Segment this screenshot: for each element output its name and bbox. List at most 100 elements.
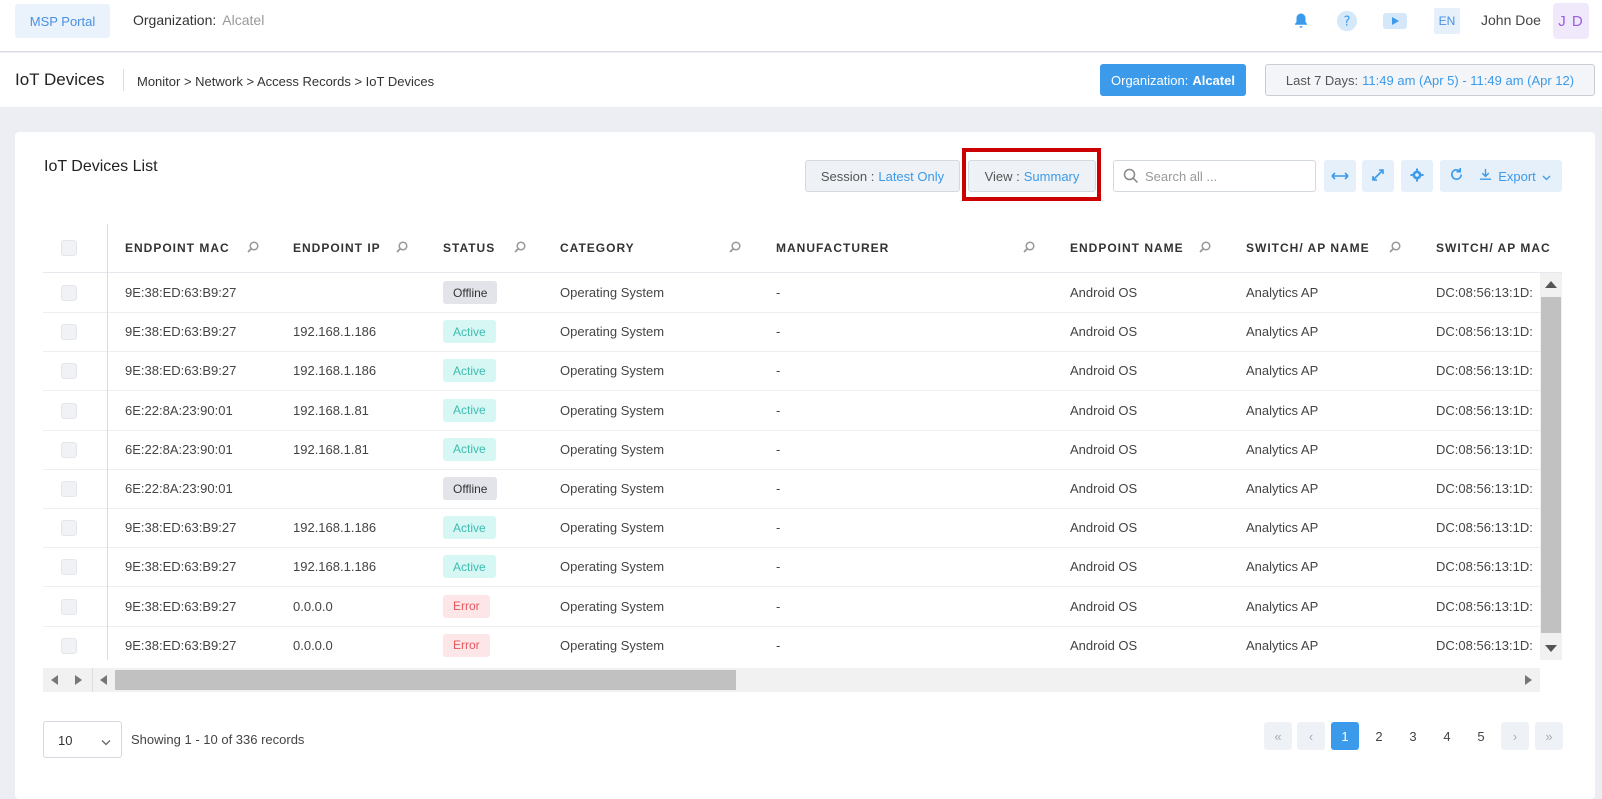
cell-manufacturer: - bbox=[776, 402, 781, 418]
language-selector[interactable]: EN bbox=[1434, 8, 1460, 34]
select-all-checkbox[interactable] bbox=[61, 240, 77, 256]
help-icon[interactable]: ? bbox=[1334, 8, 1360, 34]
column-search-icon[interactable] bbox=[247, 241, 259, 256]
date-range-picker[interactable]: Last 7 Days: 11:49 am (Apr 5) - 11:49 am … bbox=[1265, 64, 1595, 96]
fullscreen-button[interactable] bbox=[1362, 160, 1394, 192]
scroll-down-arrow[interactable] bbox=[1545, 645, 1557, 652]
page-button-2[interactable]: 2 bbox=[1365, 722, 1393, 750]
highlight-box bbox=[962, 148, 1101, 201]
row-checkbox[interactable] bbox=[61, 402, 77, 419]
row-checkbox[interactable] bbox=[61, 324, 77, 341]
horizontal-scroll-thumb[interactable] bbox=[115, 670, 736, 690]
scroll-right-arrow[interactable] bbox=[1525, 675, 1532, 685]
row-checkbox[interactable] bbox=[61, 441, 77, 458]
vertical-scroll-thumb[interactable] bbox=[1541, 297, 1561, 633]
column-header-switch-ap-mac[interactable]: SWITCH/ AP MAC bbox=[1436, 241, 1551, 255]
scroll-left-arrow[interactable] bbox=[100, 675, 107, 685]
scroll-up-arrow[interactable] bbox=[1545, 281, 1557, 288]
organization-chip[interactable]: Organization: Alcatel bbox=[1100, 64, 1246, 96]
column-search-icon[interactable] bbox=[729, 241, 741, 256]
cell-category: Operating System bbox=[560, 363, 665, 379]
cell-category: Operating System bbox=[560, 559, 665, 575]
row-checkbox[interactable] bbox=[61, 363, 77, 380]
column-search-icon[interactable] bbox=[514, 241, 526, 256]
column-header-status[interactable]: STATUS bbox=[443, 241, 495, 255]
column-header-endpoint-name[interactable]: ENDPOINT NAME bbox=[1070, 241, 1184, 255]
column-search-icon[interactable] bbox=[1023, 241, 1035, 256]
column-header-switch-ap-name[interactable]: SWITCH/ AP NAME bbox=[1246, 241, 1370, 255]
session-filter-button[interactable]: Session : Latest Only bbox=[805, 160, 960, 192]
chevron-right-icon: › bbox=[1512, 728, 1518, 744]
table-row[interactable]: 9E:38:ED:63:B9:27 192.168.1.186 Active Oper… bbox=[43, 312, 1540, 353]
table-row[interactable]: 9E:38:ED:63:B9:27 192.168.1.186 Active Oper… bbox=[43, 508, 1540, 549]
row-checkbox[interactable] bbox=[61, 520, 77, 537]
page-size-select[interactable]: 10 bbox=[43, 721, 122, 758]
table-row[interactable]: 9E:38:ED:63:B9:27 192.168.1.186 Active Oper… bbox=[43, 351, 1540, 392]
table-row[interactable]: 6E:22:8A:23:90:01 192.168.1.81 Active Opera… bbox=[43, 391, 1540, 431]
cell-switch-ap-name: Analytics AP bbox=[1246, 481, 1319, 496]
cell-endpoint-ip: 0.0.0.0 bbox=[293, 637, 333, 653]
page-button-1[interactable]: 1 bbox=[1331, 722, 1359, 750]
cell-switch-ap-mac: DC:08:56:13:1D:A bbox=[1436, 363, 1532, 379]
row-checkbox[interactable] bbox=[61, 598, 77, 615]
first-page-button[interactable]: « bbox=[1264, 722, 1292, 750]
row-checkbox[interactable] bbox=[61, 285, 77, 301]
column-search-icon[interactable] bbox=[1199, 241, 1211, 256]
table-row[interactable]: 9E:38:ED:63:B9:27 Offline Operating System… bbox=[43, 273, 1540, 313]
cell-endpoint-name: Android OS bbox=[1070, 363, 1138, 379]
cell-endpoint-name: Android OS bbox=[1070, 520, 1138, 536]
gear-icon bbox=[1410, 168, 1424, 185]
table-row[interactable]: 9E:38:ED:63:B9:27 0.0.0.0 Error Operating S… bbox=[43, 587, 1540, 627]
page-button-4[interactable]: 4 bbox=[1433, 722, 1461, 750]
fit-columns-button[interactable] bbox=[1324, 160, 1356, 192]
cell-switch-ap-mac: DC:08:56:13:1D:A bbox=[1436, 402, 1532, 418]
cell-switch-ap-mac: DC:08:56:13:1D:A bbox=[1436, 520, 1532, 536]
cell-endpoint-name: Android OS bbox=[1070, 441, 1138, 457]
status-badge: Active bbox=[443, 555, 496, 579]
top-org-value: Alcatel bbox=[222, 12, 265, 28]
search-box[interactable] bbox=[1113, 160, 1316, 192]
cell-category: Operating System bbox=[560, 285, 665, 300]
column-header-category[interactable]: CATEGORY bbox=[560, 241, 635, 255]
bell-icon[interactable] bbox=[1288, 8, 1314, 34]
status-badge: Active bbox=[443, 359, 496, 383]
table-row[interactable]: 6E:22:8A:23:90:01 Offline Operating System… bbox=[43, 469, 1540, 509]
export-button[interactable]: Export bbox=[1468, 160, 1562, 192]
search-input[interactable] bbox=[1145, 167, 1310, 185]
row-checkbox[interactable] bbox=[61, 559, 77, 576]
msp-portal-button[interactable]: MSP Portal bbox=[15, 4, 110, 38]
next-page-button[interactable]: › bbox=[1501, 722, 1529, 750]
cell-endpoint-ip: 192.168.1.81 bbox=[293, 402, 369, 418]
video-icon[interactable] bbox=[1382, 8, 1408, 34]
column-header-manufacturer[interactable]: MANUFACTURER bbox=[776, 241, 889, 255]
chevron-down-icon bbox=[1542, 169, 1551, 184]
cell-manufacturer: - bbox=[776, 559, 781, 575]
cell-endpoint-name: Android OS bbox=[1070, 559, 1138, 575]
horizontal-scrollbar[interactable] bbox=[43, 668, 1540, 692]
top-bar: MSP Portal Organization: Alcatel ? EN Joh… bbox=[0, 0, 1602, 52]
column-search-icon[interactable] bbox=[396, 241, 408, 256]
cell-endpoint-mac: 9E:38:ED:63:B9:27 bbox=[125, 520, 237, 536]
page-button-5[interactable]: 5 bbox=[1467, 722, 1495, 750]
table-row[interactable]: 6E:22:8A:23:90:01 192.168.1.81 Active Opera… bbox=[43, 430, 1540, 470]
settings-button[interactable] bbox=[1401, 160, 1433, 192]
vertical-scrollbar[interactable] bbox=[1540, 273, 1562, 660]
devices-table: ENDPOINT MAC ENDPOINT IP STATUS CATEGORY… bbox=[43, 224, 1562, 660]
page-button-3[interactable]: 3 bbox=[1399, 722, 1427, 750]
column-header-endpoint-mac[interactable]: ENDPOINT MAC bbox=[125, 241, 230, 255]
table-row[interactable]: 9E:38:ED:63:B9:27 0.0.0.0 Error Operating S… bbox=[43, 626, 1540, 660]
column-header-endpoint-ip[interactable]: ENDPOINT IP bbox=[293, 241, 381, 255]
frozen-scroll-right-arrow[interactable] bbox=[75, 675, 82, 685]
page-title: IoT Devices bbox=[15, 70, 105, 89]
top-org-selector[interactable]: Organization: Alcatel bbox=[133, 12, 264, 28]
avatar[interactable]: J D bbox=[1553, 3, 1589, 39]
row-checkbox[interactable] bbox=[61, 481, 77, 497]
prev-page-button[interactable]: ‹ bbox=[1297, 722, 1325, 750]
user-name[interactable]: John Doe bbox=[1481, 12, 1541, 28]
column-search-icon[interactable] bbox=[1389, 241, 1401, 256]
table-row[interactable]: 9E:38:ED:63:B9:27 192.168.1.186 Active Oper… bbox=[43, 547, 1540, 588]
frozen-scroll-left-arrow[interactable] bbox=[51, 675, 58, 685]
cell-endpoint-ip: 192.168.1.186 bbox=[293, 324, 377, 340]
last-page-button[interactable]: » bbox=[1535, 722, 1563, 750]
row-checkbox[interactable] bbox=[61, 637, 77, 654]
